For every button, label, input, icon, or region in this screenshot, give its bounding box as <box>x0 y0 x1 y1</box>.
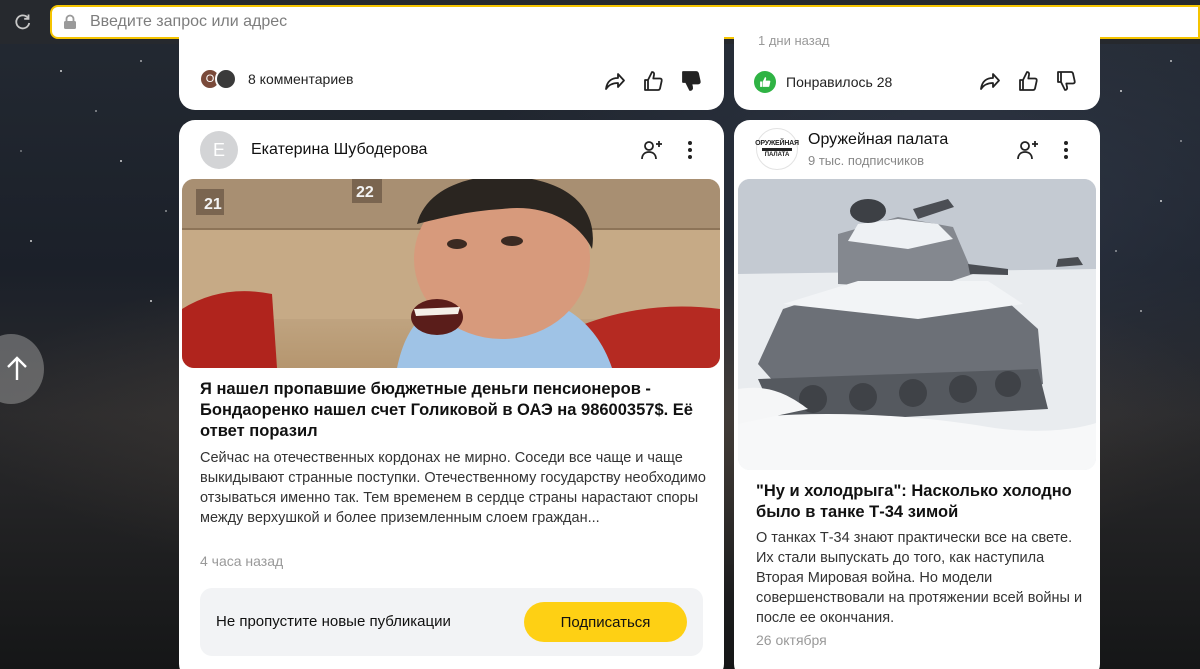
post-card-left[interactable]: Е Екатерина Шубодерова 21 22 Я нашел про… <box>179 120 724 669</box>
post-excerpt[interactable]: Сейчас на отечественных кордонах не мирн… <box>200 448 710 528</box>
channel-logo[interactable]: ОРУЖЕЙНАЯ ПАЛАТА <box>755 128 799 170</box>
dislike-button[interactable] <box>1054 69 1078 93</box>
subscribe-banner: Не пропустите новые публикации Подписать… <box>200 588 703 656</box>
post-date: 26 октября <box>756 632 827 648</box>
post-image[interactable] <box>738 179 1096 470</box>
previous-post-footer-left: О 8 комментариев <box>179 33 724 110</box>
dislike-button[interactable] <box>679 69 703 93</box>
like-button[interactable] <box>641 69 665 93</box>
previous-post-footer-right: 1 дни назад Понравилось 28 <box>734 33 1100 110</box>
share-icon <box>980 73 1000 90</box>
post-card-right[interactable]: ОРУЖЕЙНАЯ ПАЛАТА Оружейная палата 9 тыс.… <box>734 120 1100 669</box>
logo-text: ОРУЖЕЙНАЯ <box>755 140 799 147</box>
subscribe-prompt: Не пропустите новые публикации <box>216 613 451 630</box>
add-user-icon <box>1017 141 1038 160</box>
more-vertical-icon <box>688 141 692 159</box>
post-excerpt[interactable]: О танках Т-34 знают практически все на с… <box>756 528 1086 628</box>
post-image-illustration: 21 22 <box>182 179 720 368</box>
author-name[interactable]: Екатерина Шубодерова <box>251 141 427 159</box>
subscribe-icon-button[interactable] <box>640 138 664 162</box>
thumbs-up-icon <box>760 77 771 87</box>
share-button[interactable] <box>603 69 627 93</box>
author-avatar[interactable]: Е <box>200 131 238 169</box>
post-title[interactable]: "Ну и холодрыга": Насколько холодно было… <box>756 481 1086 523</box>
more-vertical-icon <box>1064 141 1068 159</box>
reload-icon <box>15 14 31 30</box>
commenter-avatars: О <box>199 68 237 90</box>
post-title[interactable]: Я нашел пропавшие бюджетные деньги пенси… <box>200 379 705 442</box>
thumbs-down-icon <box>682 71 701 91</box>
reload-button[interactable] <box>10 9 36 35</box>
liked-badge <box>754 71 776 93</box>
thumbs-down-icon <box>1057 71 1076 91</box>
post-date-truncated: 1 дни назад <box>758 33 830 47</box>
share-button[interactable] <box>978 69 1002 93</box>
more-options-button[interactable] <box>678 138 702 162</box>
arrow-up-icon <box>7 356 27 380</box>
tank-illustration <box>738 179 1096 470</box>
subscriber-count: 9 тыс. подписчиков <box>808 153 925 168</box>
thumbs-up-icon <box>644 71 663 91</box>
address-input[interactable] <box>90 13 1090 31</box>
add-user-icon <box>641 141 662 160</box>
seat-number: 21 <box>204 196 222 213</box>
subscribe-icon-button[interactable] <box>1016 138 1040 162</box>
like-button[interactable] <box>1016 69 1040 93</box>
logo-text: ПАЛАТА <box>764 152 790 158</box>
post-date: 4 часа назад <box>200 553 284 569</box>
channel-name[interactable]: Оружейная палата <box>808 131 948 149</box>
more-options-button[interactable] <box>1054 138 1078 162</box>
seat-number: 22 <box>356 184 374 201</box>
post-image[interactable]: 21 22 <box>182 179 720 368</box>
thumbs-up-icon <box>1019 71 1038 91</box>
share-icon <box>605 73 625 90</box>
likes-count: Понравилось 28 <box>786 74 893 90</box>
avatar <box>215 68 237 90</box>
comments-link[interactable]: 8 комментариев <box>248 71 353 87</box>
lock-icon <box>58 14 82 30</box>
subscribe-button[interactable]: Подписаться <box>524 602 687 642</box>
